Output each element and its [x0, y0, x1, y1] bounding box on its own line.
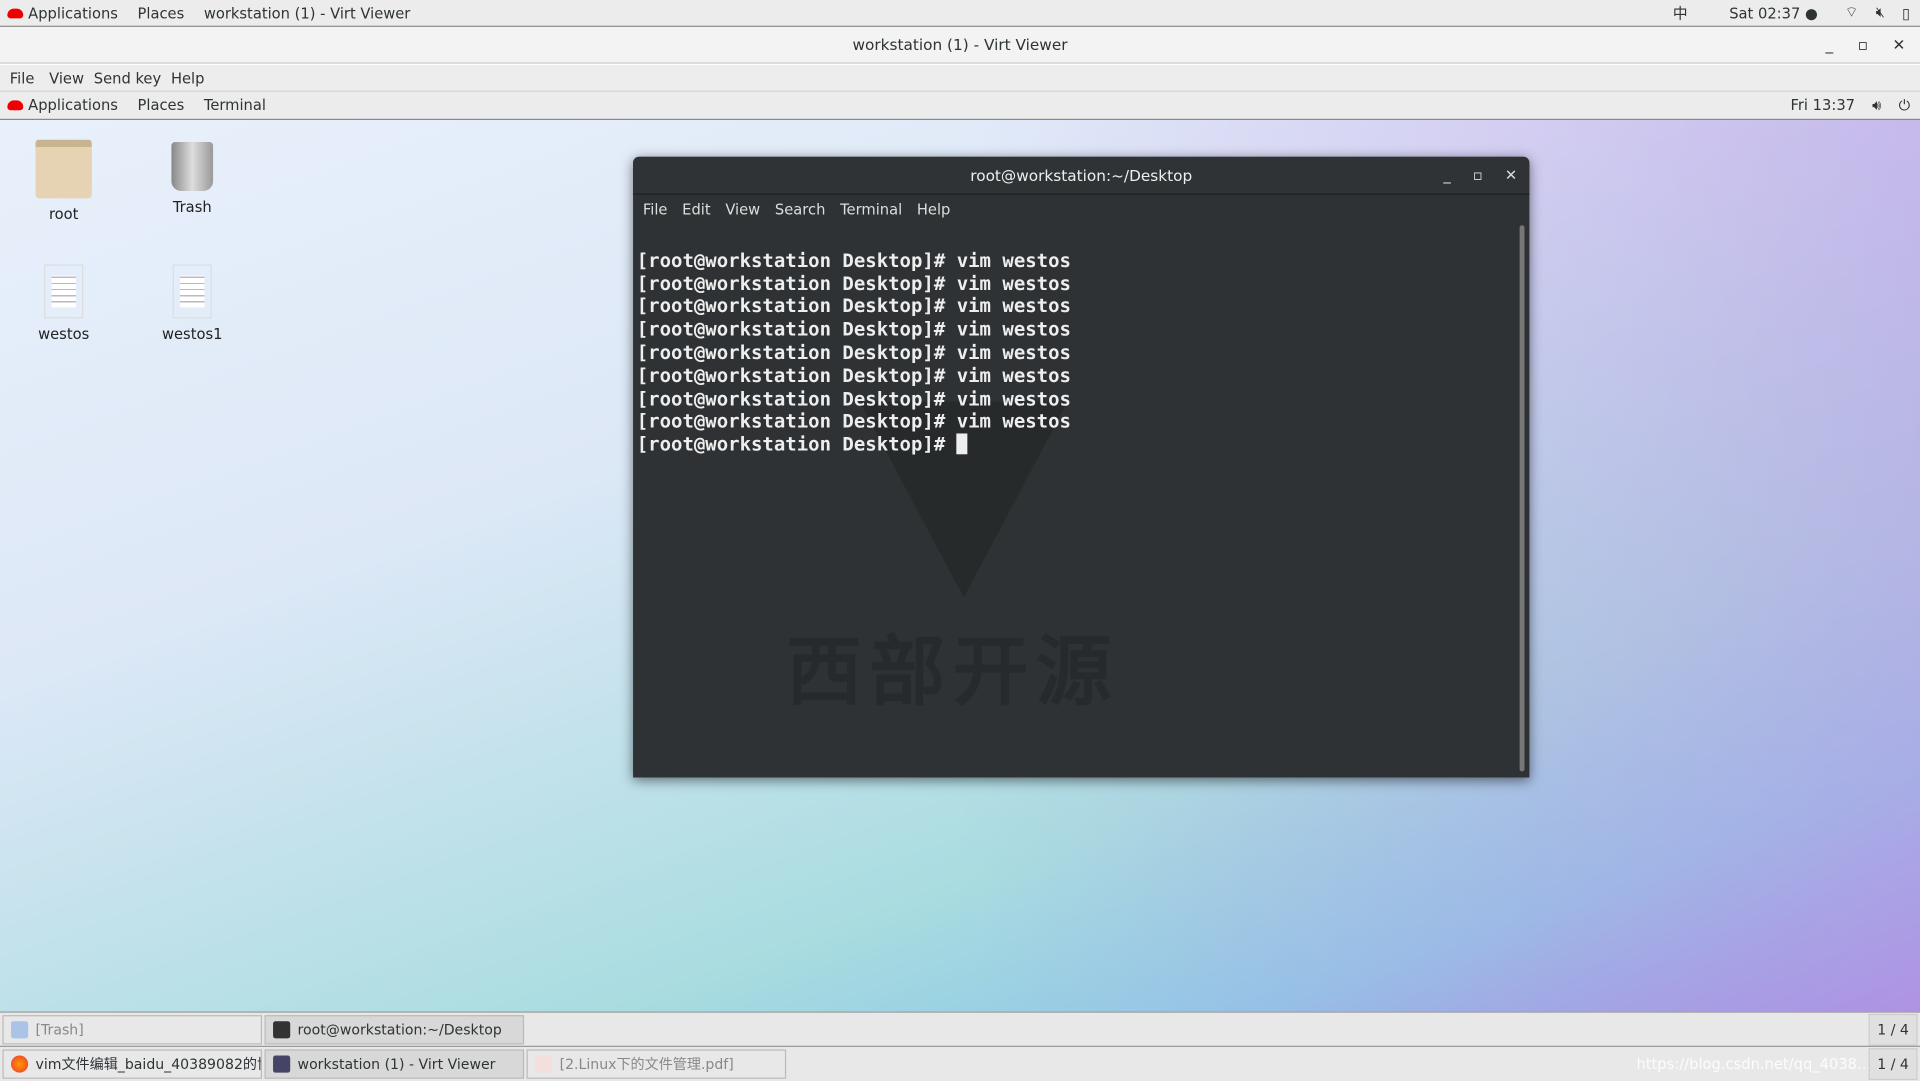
viewer-title: workstation (1) - Virt Viewer — [852, 35, 1068, 54]
maximize-button[interactable]: ▫ — [1858, 36, 1868, 54]
terminal-line: [root@workstation Desktop]# vim westos — [636, 272, 1071, 295]
task-label: [2.Linux下的文件管理.pdf] — [559, 1055, 734, 1073]
host-taskbar: vim文件编辑_baidu_40389082的博... workstation … — [0, 1045, 1920, 1081]
terminal-line: [root@workstation Desktop]# vim westos — [636, 410, 1071, 433]
terminal-menu-search[interactable]: Search — [775, 201, 825, 218]
guest-applications-menu[interactable]: Applications — [28, 97, 118, 114]
text-file-icon — [172, 264, 212, 319]
host-applications-menu[interactable]: Applications — [28, 4, 118, 21]
guest-task-terminal[interactable]: root@workstation:~/Desktop — [264, 1015, 525, 1045]
desktop-icon-westos1[interactable]: westos1 — [143, 264, 241, 343]
task-label: workstation (1) - Virt Viewer — [297, 1055, 496, 1073]
host-workspace-pager[interactable]: 1 / 4 — [1868, 1048, 1918, 1081]
viewer-titlebar: workstation (1) - Virt Viewer _ ▫ ✕ — [0, 26, 1920, 64]
terminal-line: [root@workstation Desktop]# vim westos — [636, 318, 1071, 341]
input-method-indicator[interactable]: 中 — [1673, 2, 1688, 23]
viewer-menu-help[interactable]: Help — [171, 69, 205, 86]
csdn-watermark: https://blog.csdn.net/qq_4038... — [1636, 1055, 1872, 1073]
firefox-icon — [11, 1055, 29, 1073]
terminal-menu-view[interactable]: View — [725, 201, 760, 218]
viewer-menu-file[interactable]: File — [10, 69, 35, 86]
trash-icon — [11, 1021, 29, 1039]
terminal-line: [root@workstation Desktop]# vim westos — [636, 364, 1071, 387]
guest-task-trash[interactable]: [Trash] — [2, 1015, 263, 1045]
terminal-title: root@workstation:~/Desktop — [970, 165, 1193, 185]
terminal-line: [root@workstation Desktop]# vim westos — [636, 295, 1071, 318]
terminal-minimize-button[interactable]: _ — [1443, 167, 1450, 184]
terminal-maximize-button[interactable]: ▫ — [1473, 167, 1483, 184]
task-label: vim文件编辑_baidu_40389082的博... — [35, 1055, 263, 1073]
viewer-menu-send-key[interactable]: Send key — [94, 69, 161, 86]
home-folder-icon — [35, 139, 92, 199]
viewer-menu-view[interactable]: View — [49, 69, 84, 86]
trash-icon — [171, 142, 214, 192]
guest-workspace-pager[interactable]: 1 / 4 — [1868, 1013, 1918, 1046]
desktop-icon-trash[interactable]: Trash — [143, 142, 241, 216]
host-task-firefox[interactable]: vim文件编辑_baidu_40389082的博... — [2, 1049, 263, 1079]
terminal-menu-edit[interactable]: Edit — [682, 201, 710, 218]
host-clock[interactable]: Sat 02:37 ● — [1729, 4, 1818, 21]
text-cursor — [956, 433, 968, 455]
monitor-icon — [273, 1055, 291, 1073]
screen: Applications Places workstation (1) - Vi… — [0, 0, 1920, 1081]
terminal-menu-file[interactable]: File — [643, 201, 668, 218]
guest-top-bar: Applications Places Terminal Fri 13:37 🔊… — [0, 91, 1920, 121]
terminal-close-button[interactable]: ✕ — [1505, 167, 1517, 184]
task-label: root@workstation:~/Desktop — [297, 1021, 502, 1039]
host-active-window[interactable]: workstation (1) - Virt Viewer — [204, 4, 411, 21]
guest-clock[interactable]: Fri 13:37 — [1791, 97, 1856, 114]
terminal-titlebar[interactable]: root@workstation:~/Desktop _ ▫ ✕ — [633, 156, 1530, 195]
terminal-window[interactable]: 西部开源 root@workstation:~/Desktop _ ▫ ✕ File… — [633, 156, 1530, 778]
guest-taskbar: [Trash] root@workstation:~/Desktop 1 / 4 — [0, 1011, 1920, 1047]
battery-icon[interactable]: ▯ — [1902, 4, 1910, 21]
guest-places-menu[interactable]: Places — [138, 97, 185, 114]
desktop-icon-westos[interactable]: westos — [15, 264, 113, 343]
terminal-menu-terminal[interactable]: Terminal — [840, 201, 902, 218]
icon-label: westos1 — [161, 325, 223, 343]
viewer-menubar: File View Send key Help — [0, 64, 1920, 92]
terminal-scrollbar[interactable] — [1519, 225, 1525, 772]
text-file-icon — [44, 264, 84, 319]
guest-terminal-menu[interactable]: Terminal — [204, 97, 266, 114]
task-label: [Trash] — [35, 1021, 84, 1039]
terminal-icon — [273, 1021, 291, 1039]
host-top-bar: Applications Places workstation (1) - Vi… — [0, 0, 1920, 27]
icon-label: westos — [38, 325, 90, 343]
icon-label: Trash — [172, 198, 212, 216]
terminal-line: [root@workstation Desktop]# vim westos — [636, 249, 1071, 272]
close-button[interactable]: ✕ — [1892, 36, 1905, 54]
terminal-menubar: File Edit View Search Terminal Help — [633, 195, 1529, 224]
host-task-pdf[interactable]: [2.Linux下的文件管理.pdf] — [526, 1049, 787, 1079]
volume-muted-icon[interactable]: 🔇︎ — [1876, 4, 1885, 22]
terminal-line: [root@workstation Desktop]# vim westos — [636, 387, 1071, 410]
terminal-watermark: 西部开源 — [786, 626, 1120, 717]
terminal-menu-help[interactable]: Help — [917, 201, 951, 218]
power-icon[interactable]: ⏻ — [1899, 96, 1911, 114]
minimize-button[interactable]: _ — [1825, 36, 1833, 54]
redhat-logo-icon — [7, 7, 24, 18]
host-places-menu[interactable]: Places — [138, 4, 185, 21]
terminal-output[interactable]: [root@workstation Desktop]# vim westos [r… — [633, 224, 1529, 459]
host-task-virt-viewer[interactable]: workstation (1) - Virt Viewer — [264, 1049, 525, 1079]
terminal-prompt: [root@workstation Desktop]# — [636, 433, 957, 456]
desktop-icon-root[interactable]: root — [15, 139, 113, 223]
pdf-icon — [535, 1055, 553, 1073]
volume-icon[interactable]: 🔊︎ — [1872, 96, 1881, 114]
wifi-icon[interactable]: ⌔ — [1845, 4, 1859, 22]
icon-label: root — [48, 205, 79, 223]
redhat-logo-icon — [7, 100, 24, 111]
terminal-line: [root@workstation Desktop]# vim westos — [636, 341, 1071, 364]
